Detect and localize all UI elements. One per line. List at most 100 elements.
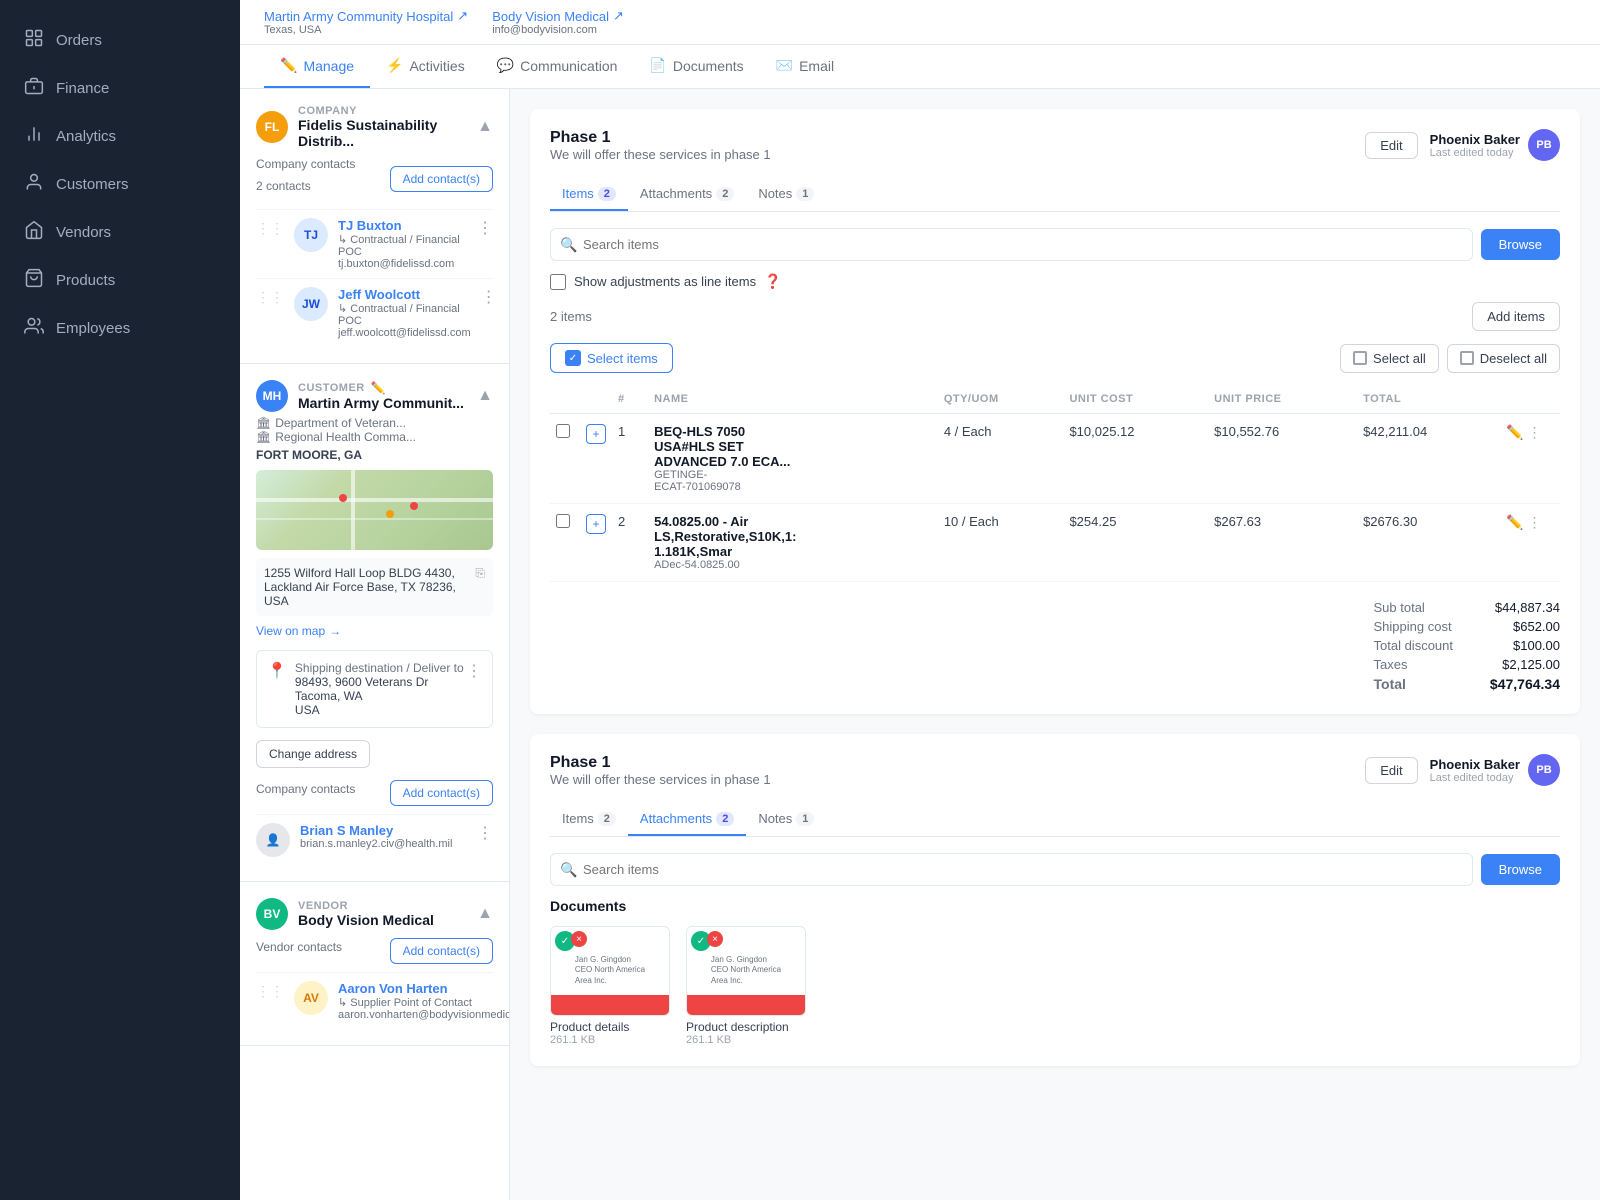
- phase1-tab-items[interactable]: Items 2: [550, 178, 628, 211]
- sidebar-item-customers[interactable]: Customers: [0, 160, 240, 208]
- row1-unit-cost: $10,025.12: [1063, 414, 1208, 504]
- sidebar-item-employees[interactable]: Employees: [0, 304, 240, 352]
- phase1-edit-button[interactable]: Edit: [1365, 132, 1417, 159]
- search-items-input[interactable]: [550, 228, 1473, 261]
- drag-handle-tj[interactable]: ⋮⋮: [256, 220, 284, 237]
- contact-more-tj[interactable]: ⋮: [477, 218, 493, 238]
- browse-button[interactable]: Browse: [1481, 229, 1560, 260]
- phase1-att-user-avatar: PB: [1528, 754, 1560, 786]
- row2-name: 54.0825.00 - Air LS,Restorative,S10K,1: …: [648, 504, 938, 582]
- contact-more-jeff[interactable]: ⋮: [481, 287, 497, 307]
- phase1-att-tab-notes[interactable]: Notes 1: [746, 803, 826, 836]
- add-items-button[interactable]: Add items: [1472, 302, 1560, 331]
- contact-role-jeff: ↳ Contractual / Financial POC: [338, 302, 471, 327]
- company-add-contact-button[interactable]: Add contact(s): [390, 166, 493, 192]
- col-num: #: [612, 385, 648, 414]
- sidebar: Orders Finance Analytics Customers Vendo…: [0, 0, 240, 1200]
- employees-icon: [24, 316, 44, 340]
- dept-icon2: 🏛: [256, 430, 271, 444]
- arrow-right-icon: →: [329, 624, 341, 638]
- tab-activities[interactable]: ⚡ Activities: [370, 45, 481, 88]
- sidebar-item-vendors[interactable]: Vendors: [0, 208, 240, 256]
- hospital1-link[interactable]: Martin Army Community Hospital ↗: [264, 8, 468, 24]
- role-arrow-tj: ↳: [338, 234, 350, 246]
- row1-num: 1: [612, 414, 648, 504]
- hospital2-link[interactable]: Body Vision Medical ↗: [492, 8, 624, 24]
- main-content: Martin Army Community Hospital ↗ Texas, …: [240, 0, 1600, 1200]
- help-icon[interactable]: ❓: [764, 273, 781, 290]
- map-pin-2: [386, 510, 394, 518]
- vendor-label: Vendor: [298, 900, 434, 912]
- copy-icon[interactable]: ⎘: [475, 566, 485, 581]
- phase1-att-edit-button[interactable]: Edit: [1365, 757, 1417, 784]
- vendor-add-contact-button[interactable]: Add contact(s): [390, 938, 493, 964]
- phase1-tab-notes[interactable]: Notes 1: [746, 178, 826, 211]
- customer-name: Martin Army Communit...: [298, 395, 464, 411]
- tab-email[interactable]: ✉️ Email: [760, 45, 850, 88]
- change-address-button[interactable]: Change address: [256, 740, 370, 768]
- customers-icon: [24, 172, 44, 196]
- phase1-att-tab-attachments[interactable]: Attachments 2: [628, 803, 746, 836]
- check-blue-icon: ✓: [565, 350, 581, 366]
- analytics-icon: [24, 124, 44, 148]
- tab-communication[interactable]: 💬 Communication: [481, 45, 634, 88]
- row2-edit-icon[interactable]: ✏️: [1506, 514, 1523, 531]
- view-on-map-link[interactable]: View on map →: [256, 624, 493, 638]
- customer-add-contact-button[interactable]: Add contact(s): [390, 780, 493, 806]
- contact-name-aaron[interactable]: Aaron Von Harten: [338, 981, 510, 996]
- att-browse-button[interactable]: Browse: [1481, 854, 1560, 885]
- adjustments-checkbox[interactable]: [550, 274, 566, 290]
- contact-avatar-jeff: JW: [294, 287, 328, 321]
- tab-manage[interactable]: ✏️ Manage: [264, 45, 370, 88]
- phase1-user-edited: Last edited today: [1430, 147, 1520, 159]
- row1-more-icon[interactable]: ⋮: [1527, 424, 1541, 441]
- discount-row: Total discount $100.00: [1374, 636, 1561, 655]
- att-search-input[interactable]: [550, 853, 1473, 886]
- row2-checkbox[interactable]: [556, 514, 570, 528]
- contact-email-tj: tj.buxton@fidelissd.com: [338, 258, 467, 270]
- drag-handle-aaron[interactable]: ⋮⋮: [256, 983, 284, 1000]
- table-row: + 2 54.0825.00 - Air LS,Restorative,S10K…: [550, 504, 1560, 582]
- sidebar-item-finance[interactable]: Finance: [0, 64, 240, 112]
- phase1-tab-attachments[interactable]: Attachments 2: [628, 178, 746, 211]
- phase1-user-avatar: PB: [1528, 129, 1560, 161]
- tab-documents[interactable]: 📄 Documents: [633, 45, 759, 88]
- phase1-att-tab-items[interactable]: Items 2: [550, 803, 628, 836]
- customer-edit-icon[interactable]: ✏️: [371, 381, 386, 395]
- row1-checkbox[interactable]: [556, 424, 570, 438]
- row2-expand-icon[interactable]: +: [586, 514, 606, 534]
- row1-expand-icon[interactable]: +: [586, 424, 606, 444]
- customer-dept1: 🏛 Department of Veteran...: [256, 416, 493, 430]
- sidebar-item-orders[interactable]: Orders: [0, 16, 240, 64]
- contact-name-tj[interactable]: TJ Buxton: [338, 218, 467, 233]
- drag-handle-jeff[interactable]: ⋮⋮: [256, 289, 284, 306]
- contact-name-brian[interactable]: Brian S Manley: [300, 823, 467, 838]
- row1-edit-icon[interactable]: ✏️: [1506, 424, 1523, 441]
- row1-qty: 4 / Each: [938, 414, 1064, 504]
- phase1-title: Phase 1: [550, 129, 771, 147]
- contact-name-jeff[interactable]: Jeff Woolcott: [338, 287, 471, 302]
- company-collapse-icon[interactable]: ▲: [477, 118, 493, 136]
- deselect-all-button[interactable]: Deselect all: [1447, 344, 1560, 373]
- documents-icon: 📄: [649, 57, 666, 74]
- vendor-collapse-icon[interactable]: ▲: [477, 905, 493, 923]
- select-all-button[interactable]: Select all: [1340, 344, 1439, 373]
- customer-collapse-icon[interactable]: ▲: [477, 387, 493, 405]
- sidebar-item-analytics[interactable]: Analytics: [0, 112, 240, 160]
- row2-more-icon[interactable]: ⋮: [1527, 514, 1541, 531]
- sidebar-label-vendors: Vendors: [56, 224, 111, 241]
- contact-email-brian: brian.s.manley2.civ@health.mil: [300, 838, 467, 850]
- select-all-group: Select all Deselect all: [1340, 344, 1560, 373]
- doc1-preview: Jan G. Gingdon CEO North America Area In…: [575, 955, 645, 986]
- select-items-button[interactable]: ✓ Select items: [550, 343, 673, 373]
- row1-total: $42,211.04: [1357, 414, 1500, 504]
- sidebar-item-products[interactable]: Products: [0, 256, 240, 304]
- phase1-att-user-name: Phoenix Baker: [1430, 757, 1520, 772]
- email-icon: ✉️: [776, 57, 793, 74]
- sidebar-label-finance: Finance: [56, 80, 109, 97]
- shipping-address: 98493, 9600 Veterans Dr Tacoma, WA USA: [295, 675, 464, 717]
- shipping-more-icon[interactable]: ⋮: [466, 661, 482, 681]
- row1-name: BEQ-HLS 7050 USA#HLS SET ADVANCED 7.0 EC…: [648, 414, 938, 504]
- hospital1-sub: Texas, USA: [264, 24, 468, 36]
- contact-more-brian[interactable]: ⋮: [477, 823, 493, 843]
